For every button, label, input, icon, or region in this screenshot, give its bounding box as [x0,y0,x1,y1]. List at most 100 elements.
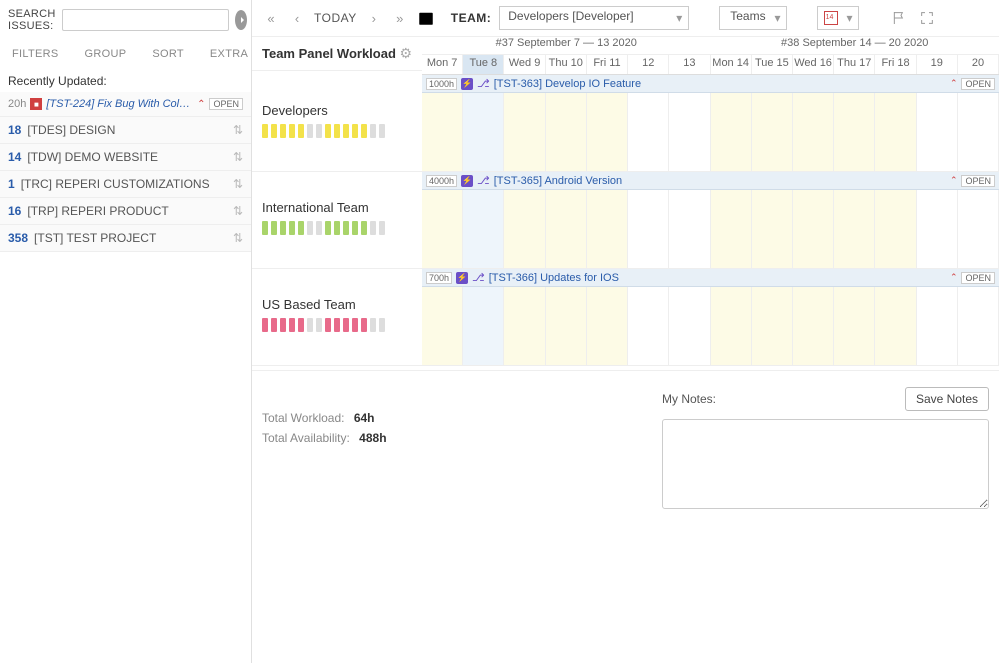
task-bar[interactable]: 1000h ⚡ ⎇ [TST-363] Develop IO Feature ⌃… [422,75,999,93]
timeline-cell[interactable] [587,190,628,268]
task-bar[interactable]: 700h ⚡ ⎇ [TST-366] Updates for IOS ⌃ OPE… [422,269,999,287]
day-header-cell[interactable]: 12 [628,55,669,74]
day-header-cell[interactable]: Wed 16 [793,55,834,74]
day-header-cell[interactable]: Mon 7 [422,55,463,74]
timeline-cell[interactable] [546,287,587,365]
workload-bar [307,221,313,235]
day-header-cell[interactable]: Fri 18 [875,55,916,74]
panel-header: Team Panel Workload ⚙ [252,37,422,71]
gear-icon[interactable]: ⚙ [399,45,412,62]
workload-bar [298,221,304,235]
timeline-cell[interactable] [875,190,916,268]
flag-icon[interactable] [889,8,909,28]
timeline-cell[interactable] [917,190,958,268]
day-header-cell[interactable]: 20 [958,55,999,74]
timeline-cell[interactable] [875,287,916,365]
panel-title: Team Panel Workload [262,46,396,61]
timeline-cell[interactable] [463,93,504,171]
timeline-cell[interactable] [422,287,463,365]
project-item[interactable]: 16 [TRP] REPERI PRODUCT ⇅ [0,198,251,225]
day-header-cell[interactable]: Wed 9 [504,55,545,74]
timeline-cell[interactable] [463,190,504,268]
timeline-cell[interactable] [793,93,834,171]
timeline-cell[interactable] [958,93,999,171]
day-header-cell[interactable]: Tue 15 [752,55,793,74]
task-bar[interactable]: 4000h ⚡ ⎇ [TST-365] Android Version ⌃ OP… [422,172,999,190]
timeline-cell[interactable] [917,287,958,365]
today-button[interactable]: TODAY [314,11,357,25]
nav-prev-button[interactable]: ‹ [288,9,306,27]
save-notes-button[interactable]: Save Notes [905,387,989,411]
sort-tab[interactable]: SORT [152,48,184,60]
timeline-cell[interactable] [546,93,587,171]
timeline-cell[interactable] [958,287,999,365]
timeline-cell[interactable] [546,190,587,268]
search-input[interactable] [62,9,229,31]
extra-tab[interactable]: EXTRA [210,48,248,60]
fullscreen-icon[interactable] [917,8,937,28]
project-item[interactable]: 18 [TDES] DESIGN ⇅ [0,117,251,144]
workload-bar [361,124,367,138]
timeline-cell[interactable] [628,287,669,365]
timeline-cell[interactable] [711,287,752,365]
search-go-button[interactable] [235,10,247,30]
nav-first-button[interactable]: « [262,9,280,27]
timeline-cell[interactable] [752,190,793,268]
timeline-cell[interactable] [504,190,545,268]
day-header-cell[interactable]: Fri 11 [587,55,628,74]
main: « ‹ TODAY › » TEAM: Developers [Develope… [252,0,999,663]
timeline-cell[interactable] [875,93,916,171]
recent-issue-item[interactable]: 20h ■ [TST-224] Fix Bug With Colo… ⌃ OPE… [0,92,251,117]
timeline-cell[interactable] [422,93,463,171]
day-header-cell[interactable]: Thu 17 [834,55,875,74]
team-select[interactable]: Developers [Developer] [499,6,689,30]
project-item[interactable]: 358 [TST] TEST PROJECT ⇅ [0,225,251,252]
project-item[interactable]: 1 [TRC] REPERI CUSTOMIZATIONS ⇅ [0,171,251,198]
sort-handle-icon[interactable]: ⇅ [233,177,243,191]
timeline-cell[interactable] [587,287,628,365]
timeline-cell[interactable] [422,190,463,268]
timeline-cell[interactable] [793,190,834,268]
timeline-cell[interactable] [669,287,710,365]
nav-last-button[interactable]: » [391,9,409,27]
sort-handle-icon[interactable]: ⇅ [233,123,243,137]
notes-textarea[interactable] [662,419,989,509]
timeline-cell[interactable] [711,190,752,268]
timeline-cell[interactable] [834,93,875,171]
timeline-cell[interactable] [669,190,710,268]
timeline-cell[interactable] [504,93,545,171]
sort-handle-icon[interactable]: ⇅ [233,231,243,245]
footer: Total Workload: 64h Total Availability: … [252,370,999,522]
day-header-cell[interactable]: Mon 14 [711,55,752,74]
day-header-cell[interactable]: 19 [917,55,958,74]
teams-button[interactable]: Teams [719,6,786,30]
timeline-cell[interactable] [711,93,752,171]
timeline-cell[interactable] [628,190,669,268]
timeline-cell[interactable] [834,190,875,268]
timeline-cell[interactable] [463,287,504,365]
project-name: [TDW] DEMO WEBSITE [27,150,233,164]
timeline-cell[interactable] [834,287,875,365]
calendar-icon[interactable] [417,9,435,27]
day-header-cell[interactable]: Tue 8 [463,55,504,74]
view-mode-button[interactable] [817,6,859,30]
timeline-cell[interactable] [752,287,793,365]
timeline-cell[interactable] [504,287,545,365]
sort-handle-icon[interactable]: ⇅ [233,150,243,164]
nav-next-button[interactable]: › [365,9,383,27]
group-tab[interactable]: GROUP [85,48,127,60]
day-header-cell[interactable]: 13 [669,55,710,74]
day-header-cell[interactable]: Thu 10 [546,55,587,74]
sort-handle-icon[interactable]: ⇅ [233,204,243,218]
totals: Total Workload: 64h Total Availability: … [262,387,622,512]
workload-bars [262,124,412,138]
timeline-cell[interactable] [793,287,834,365]
timeline-cell[interactable] [669,93,710,171]
timeline-cell[interactable] [958,190,999,268]
timeline-cell[interactable] [917,93,958,171]
timeline-cell[interactable] [752,93,793,171]
timeline-cell[interactable] [587,93,628,171]
timeline-cell[interactable] [628,93,669,171]
project-item[interactable]: 14 [TDW] DEMO WEBSITE ⇅ [0,144,251,171]
filters-tab[interactable]: FILTERS [12,48,59,60]
